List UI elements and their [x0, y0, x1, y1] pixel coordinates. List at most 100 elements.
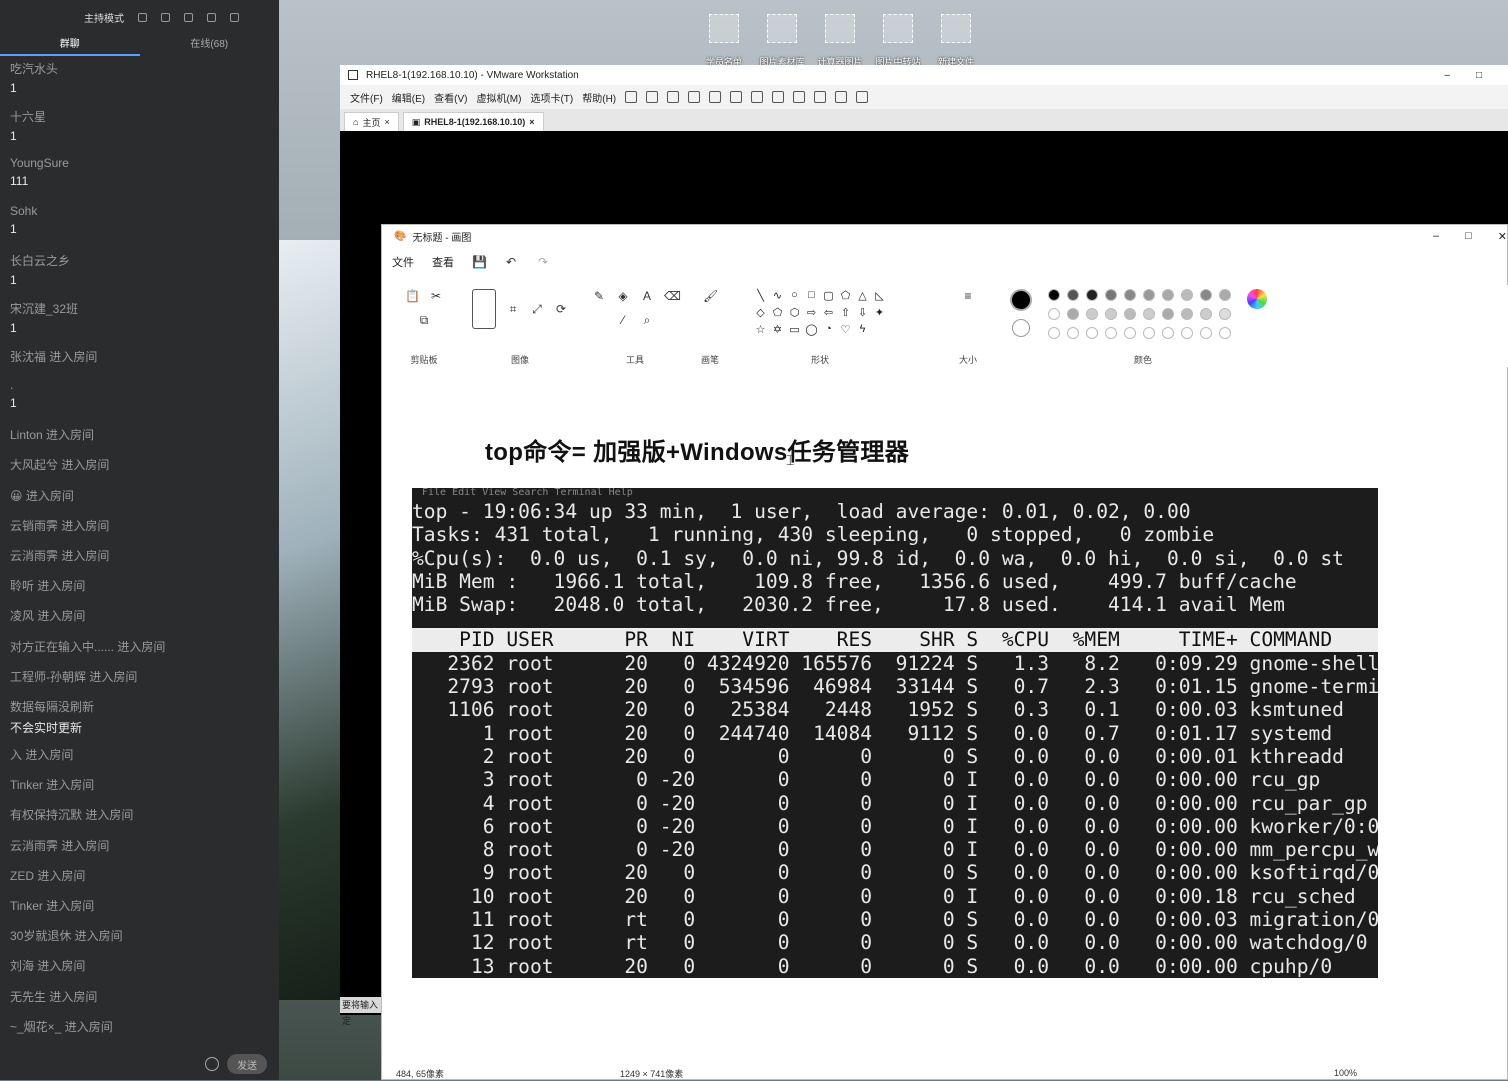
text-icon[interactable]: A: [640, 289, 654, 303]
color-swatch[interactable]: [1199, 327, 1212, 339]
toolbar-icon[interactable]: [709, 91, 722, 103]
minimize-icon[interactable]: [207, 12, 216, 22]
color-swatch[interactable]: [1142, 327, 1155, 339]
close-button[interactable]: ✕: [1498, 230, 1507, 243]
desktop-shortcut[interactable]: 新建文件: [932, 14, 980, 68]
copy-icon[interactable]: ⧉: [417, 313, 431, 327]
toolbar-icon[interactable]: [793, 91, 806, 103]
edit-colors-icon[interactable]: [1246, 289, 1267, 309]
color-swatch[interactable]: [1180, 308, 1193, 320]
menu-icon[interactable]: [184, 12, 193, 22]
color-swatch[interactable]: [1066, 289, 1079, 301]
color-2-swatch[interactable]: [1011, 319, 1030, 337]
color-swatch[interactable]: [1104, 327, 1117, 339]
restore-icon[interactable]: [230, 12, 239, 22]
desktop-shortcut[interactable]: 学员名单: [700, 14, 748, 68]
shortcut-icon: [825, 14, 855, 43]
exit-share-button[interactable]: 退出分享: [1419, 1058, 1455, 1071]
minimize-button[interactable]: –: [1433, 230, 1439, 243]
tab-home[interactable]: ⌂ 主页 ×: [344, 112, 399, 131]
vm-menu-item[interactable]: 虚拟机(M): [476, 90, 521, 105]
line-width-icon[interactable]: ≡: [961, 289, 975, 303]
color-swatch[interactable]: [1161, 327, 1174, 339]
maximize-button[interactable]: □: [1465, 230, 1472, 243]
shape-gallery[interactable]: ╲ ∿ ○ □ ▢ ⬠ △ ◺ ◇ ⬠ ⬡ ⇨ ⇦ ⇧ ⇩ ✦ ☆ ✡ ▭ ◯ ◔ ♡ ϟ: [754, 289, 887, 336]
vm-menu-item[interactable]: 文件(F): [350, 90, 383, 105]
color-swatch[interactable]: [1123, 289, 1136, 301]
list-item: 刘海 进入房间: [10, 957, 85, 974]
undo-icon[interactable]: ↶: [504, 255, 518, 269]
color-swatch[interactable]: [1123, 308, 1136, 320]
close-icon[interactable]: ×: [384, 117, 389, 127]
color-swatch[interactable]: [1047, 308, 1060, 320]
toolbar-icon[interactable]: [772, 91, 785, 103]
toolbar-icon[interactable]: [688, 91, 701, 103]
toolbar-icon[interactable]: [751, 91, 764, 103]
tab-group-chat[interactable]: 群聊: [0, 34, 140, 56]
menu-file[interactable]: 文件: [392, 254, 414, 270]
color-swatch[interactable]: [1066, 308, 1079, 320]
message-list[interactable]: 吃汽水头 1 十六星 1 YoungSure 111 Sohk 1 长白云之乡 1 宋沉建_32班 1…: [0, 58, 279, 1048]
toolbar-icon[interactable]: [625, 91, 638, 103]
color-swatch[interactable]: [1066, 327, 1079, 339]
color-swatch[interactable]: [1104, 308, 1117, 320]
tab-vm[interactable]: ▣ RHEL8-1(192.168.10.10) ×: [402, 112, 544, 131]
color-swatch[interactable]: [1199, 289, 1212, 301]
magnifier-icon[interactable]: ⌕: [640, 313, 654, 327]
resize-icon[interactable]: ⤢: [530, 302, 544, 316]
minimize-button[interactable]: –: [1444, 70, 1450, 81]
color-1-swatch[interactable]: [1009, 289, 1032, 311]
toolbar-icon[interactable]: [730, 91, 743, 103]
toolbar-icon[interactable]: [646, 91, 659, 103]
color-swatch[interactable]: [1218, 308, 1231, 320]
menu-view[interactable]: 查看: [432, 254, 454, 270]
toolbar-icon[interactable]: [814, 91, 827, 103]
color-picker-icon[interactable]: ⁄: [616, 313, 630, 327]
eraser-icon[interactable]: ⌫: [664, 289, 681, 303]
color-swatch[interactable]: [1047, 289, 1060, 301]
color-swatch[interactable]: [1085, 308, 1098, 320]
color-swatch[interactable]: [1142, 308, 1155, 320]
send-button[interactable]: 发送: [227, 1054, 267, 1074]
color-swatch[interactable]: [1218, 327, 1231, 339]
color-swatch[interactable]: [1047, 327, 1060, 339]
color-swatch[interactable]: [1085, 289, 1098, 301]
vm-menu-item[interactable]: 帮助(H): [582, 90, 616, 105]
brush-icon[interactable]: 🖌: [703, 289, 718, 303]
rotate-icon[interactable]: ⟳: [554, 302, 568, 316]
color-palette[interactable]: [1047, 289, 1231, 339]
desktop-shortcut[interactable]: 图片素材库: [758, 14, 806, 68]
close-icon[interactable]: ×: [529, 117, 534, 127]
vm-menu-item[interactable]: 选项卡(T): [530, 90, 573, 105]
emoji-icon[interactable]: [205, 1057, 219, 1071]
desktop-shortcut[interactable]: 图片中转站: [874, 14, 922, 68]
paste-icon[interactable]: 📋: [405, 289, 420, 303]
toolbar-icon[interactable]: [856, 91, 869, 103]
toolbar-icon[interactable]: [835, 91, 848, 103]
desktop-shortcut[interactable]: 计算器图片: [816, 14, 864, 68]
redo-icon[interactable]: ↷: [536, 255, 550, 269]
color-swatch[interactable]: [1180, 289, 1193, 301]
color-swatch[interactable]: [1142, 289, 1155, 301]
maximize-button[interactable]: □: [1476, 70, 1482, 81]
settings-icon[interactable]: [138, 12, 147, 22]
tab-online[interactable]: 在线(68): [140, 34, 280, 56]
color-swatch[interactable]: [1218, 289, 1231, 301]
color-swatch[interactable]: [1161, 308, 1174, 320]
color-swatch[interactable]: [1199, 308, 1212, 320]
color-swatch[interactable]: [1085, 327, 1098, 339]
select-tool[interactable]: [472, 289, 496, 329]
save-icon[interactable]: 💾: [472, 255, 487, 269]
vm-menu-item[interactable]: 编辑(E): [392, 90, 425, 105]
vm-menu-item[interactable]: 查看(V): [434, 90, 467, 105]
pencil-icon[interactable]: ✎: [592, 289, 606, 303]
color-swatch[interactable]: [1123, 327, 1136, 339]
cut-icon[interactable]: ✂: [429, 289, 443, 303]
crop-icon[interactable]: ⌗: [506, 302, 520, 316]
color-swatch[interactable]: [1161, 289, 1174, 301]
toolbar-icon[interactable]: [667, 91, 680, 103]
fill-icon[interactable]: ◈: [616, 289, 630, 303]
window-icon[interactable]: [161, 12, 170, 22]
color-swatch[interactable]: [1104, 289, 1117, 301]
color-swatch[interactable]: [1180, 327, 1193, 339]
